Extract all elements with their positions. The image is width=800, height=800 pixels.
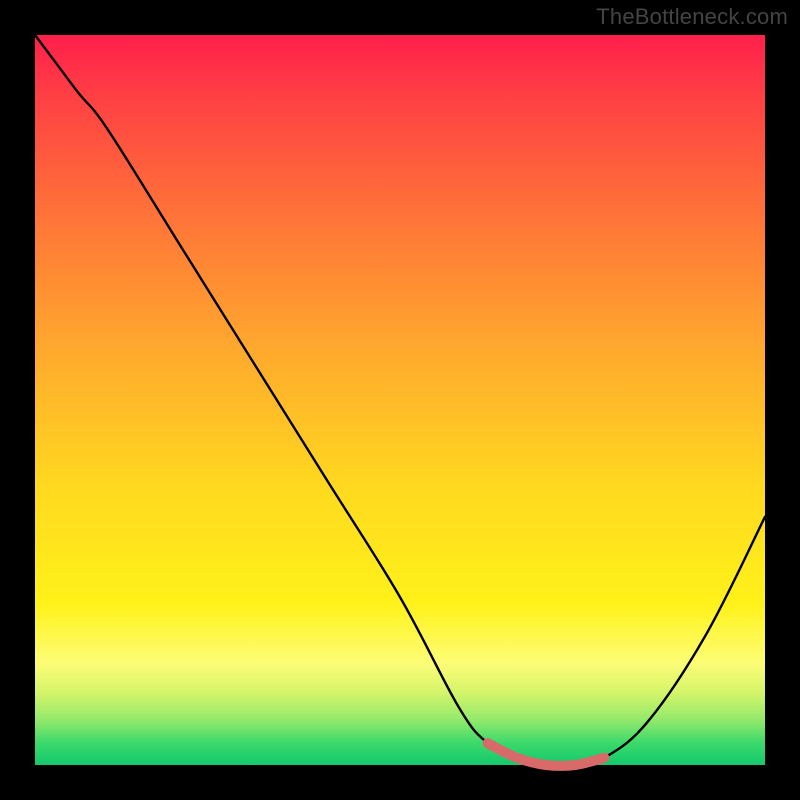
- bottleneck-curve: [35, 35, 765, 766]
- curve-svg: [35, 35, 765, 765]
- highlight-segment: [488, 743, 605, 766]
- chart-frame: TheBottleneck.com: [0, 0, 800, 800]
- plot-area: [35, 35, 765, 765]
- watermark-text: TheBottleneck.com: [596, 4, 788, 30]
